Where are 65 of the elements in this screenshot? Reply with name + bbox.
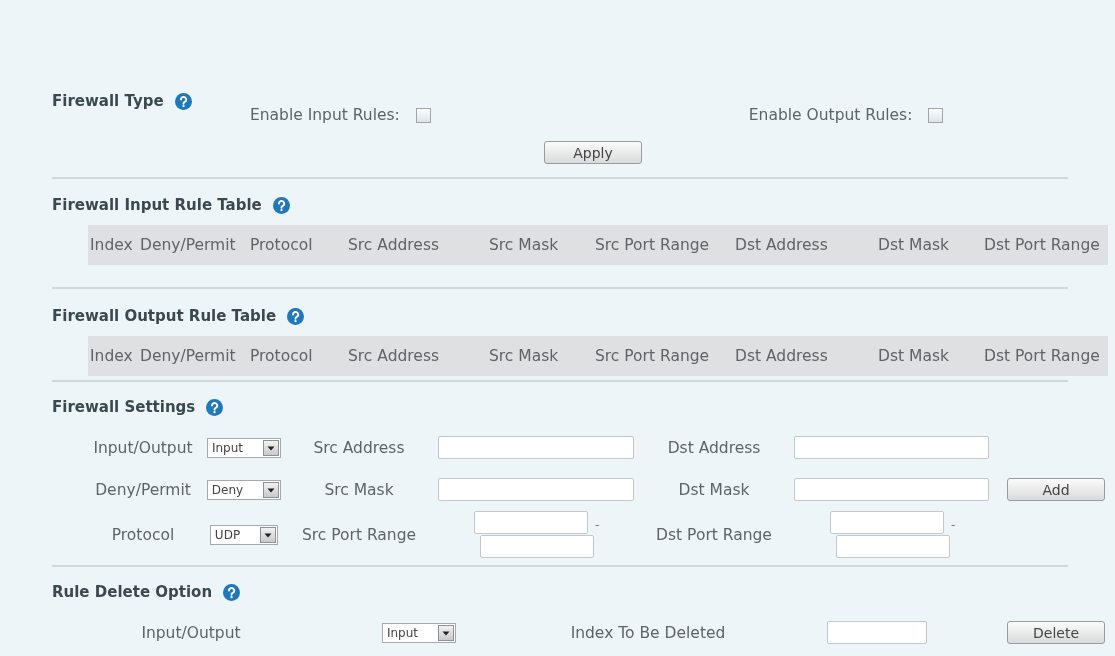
column-header: Index bbox=[89, 347, 133, 365]
caret-icon bbox=[438, 624, 455, 641]
field-label: Input/Output bbox=[93, 438, 193, 457]
dropdown[interactable]: UDP bbox=[209, 524, 279, 545]
column-header: Dst Mask bbox=[877, 236, 949, 254]
field-label: Index To Be Deleted bbox=[570, 623, 726, 642]
checkbox[interactable] bbox=[928, 107, 944, 123]
column-header: Deny/Permit bbox=[139, 236, 236, 254]
column-header: Dst Mask bbox=[877, 347, 949, 365]
field-label: Dst Mask bbox=[678, 480, 750, 499]
input-field[interactable] bbox=[836, 535, 950, 558]
field-label: Src Port Range bbox=[301, 525, 417, 544]
input-field[interactable] bbox=[480, 535, 594, 558]
help-icon[interactable] bbox=[287, 307, 305, 325]
delete-button[interactable]: Delete bbox=[1007, 621, 1105, 644]
caret-icon bbox=[263, 481, 280, 498]
dropdown[interactable]: Deny bbox=[206, 479, 282, 500]
field-label: Dst Address bbox=[667, 438, 761, 457]
field-label: Src Address bbox=[313, 438, 405, 457]
input-field[interactable] bbox=[830, 511, 944, 534]
section-title: Firewall Settings bbox=[52, 398, 196, 416]
field-label: Input/Output bbox=[141, 623, 241, 642]
column-header: Dst Address bbox=[734, 236, 828, 254]
apply-button[interactable]: Apply bbox=[544, 141, 642, 164]
input-field[interactable] bbox=[794, 478, 989, 501]
caret-icon bbox=[260, 526, 277, 543]
input-field[interactable] bbox=[794, 436, 989, 459]
field-label: Deny/Permit bbox=[95, 480, 191, 499]
column-header: Src Mask bbox=[488, 236, 559, 254]
column-header: Src Address bbox=[347, 236, 440, 254]
column-header: Src Port Range bbox=[594, 347, 710, 365]
checkbox[interactable] bbox=[415, 107, 431, 123]
column-header: Src Mask bbox=[488, 347, 559, 365]
column-header: Deny/Permit bbox=[139, 347, 236, 365]
column-header: Index bbox=[89, 236, 133, 254]
add-button[interactable]: Add bbox=[1007, 478, 1105, 501]
dropdown[interactable]: Input bbox=[381, 622, 457, 643]
column-header: Dst Port Range bbox=[983, 347, 1100, 365]
help-icon[interactable] bbox=[223, 583, 241, 601]
dropdown[interactable]: Input bbox=[206, 437, 282, 458]
column-header: Protocol bbox=[249, 347, 313, 365]
checkbox-label: Enable Input Rules: bbox=[250, 106, 400, 124]
checkbox-label: Enable Output Rules: bbox=[748, 106, 913, 124]
column-header: Dst Address bbox=[734, 347, 828, 365]
range-separator: - bbox=[951, 518, 956, 531]
help-icon[interactable] bbox=[272, 196, 290, 214]
help-icon[interactable] bbox=[206, 398, 224, 416]
column-header: Dst Port Range bbox=[983, 236, 1100, 254]
input-field[interactable] bbox=[827, 621, 927, 644]
range-separator: - bbox=[595, 518, 600, 531]
section-title: Firewall Type bbox=[52, 92, 164, 110]
section-title: Rule Delete Option bbox=[52, 583, 213, 601]
section-title: Firewall Input Rule Table bbox=[52, 196, 262, 214]
section-title: Firewall Output Rule Table bbox=[52, 307, 277, 325]
field-label: Protocol bbox=[111, 525, 175, 544]
help-icon[interactable] bbox=[174, 92, 192, 110]
column-header: Src Port Range bbox=[594, 236, 710, 254]
input-field[interactable] bbox=[438, 478, 634, 501]
input-field[interactable] bbox=[438, 436, 634, 459]
input-field[interactable] bbox=[474, 511, 588, 534]
field-label: Dst Port Range bbox=[656, 525, 772, 544]
column-header: Protocol bbox=[249, 236, 313, 254]
caret-icon bbox=[263, 439, 280, 456]
field-label: Src Mask bbox=[324, 480, 394, 499]
column-header: Src Address bbox=[347, 347, 440, 365]
